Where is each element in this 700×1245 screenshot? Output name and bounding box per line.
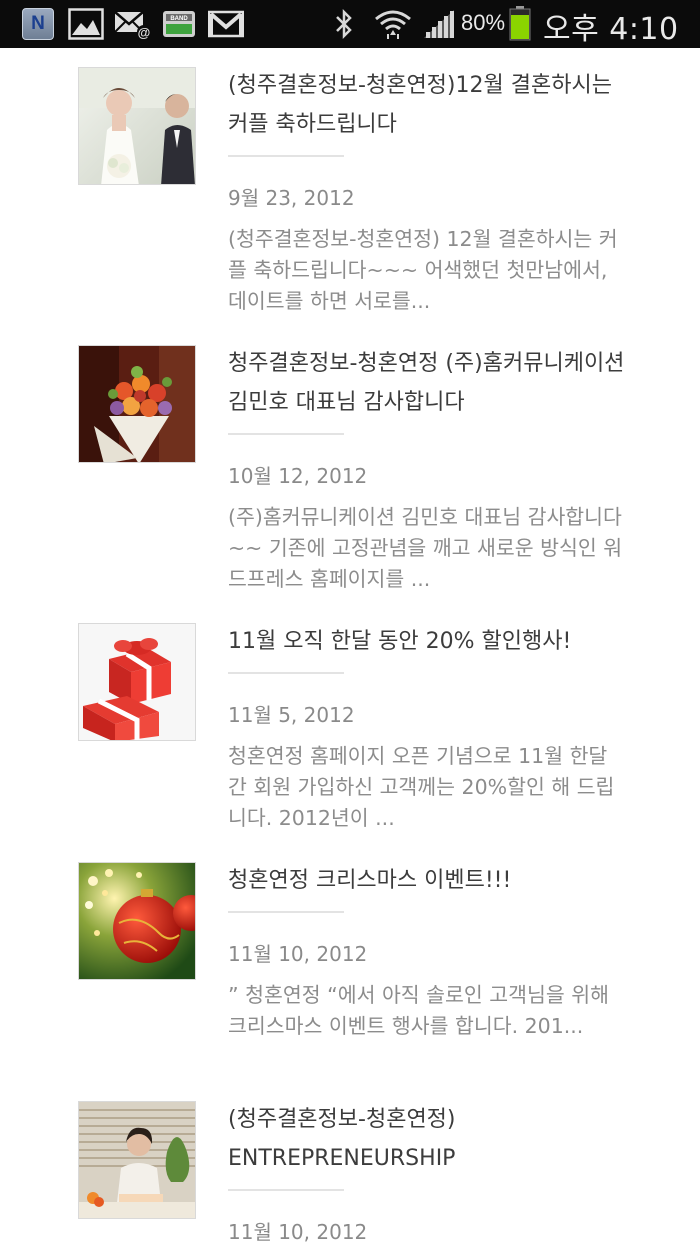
post-date: 11월 10, 2012: [228, 1220, 368, 1244]
post-date: 10월 12, 2012: [228, 464, 368, 488]
ceo-portrait-image[interactable]: [78, 1101, 196, 1219]
post-title[interactable]: 청주결혼정보-청혼연정 (주)홈커뮤니케이션 김민호 대표님 감사합니다: [228, 344, 628, 422]
christmas-ornament-image[interactable]: [78, 862, 196, 980]
post-title[interactable]: (청주결혼정보-청혼연정) ENTREPRENEURSHIP: [228, 1100, 628, 1178]
divider: [228, 911, 344, 913]
post-excerpt: (청주결혼정보-청혼연정) 12월 결혼하시는 커플 축하드립니다~~~ 어색했…: [228, 227, 618, 313]
post-title[interactable]: 11월 오직 한달 동안 20% 할인행사!: [228, 622, 628, 661]
gift-boxes-image[interactable]: [78, 623, 196, 741]
battery-icon: [509, 6, 531, 41]
status-bar: N @ BAND 80% 오후 4:10: [0, 0, 700, 48]
signal-icon: [424, 10, 454, 38]
band-icon: BAND: [163, 11, 195, 37]
wedding-couple-image[interactable]: [78, 67, 196, 185]
divider: [228, 1189, 344, 1191]
bluetooth-icon: [336, 8, 352, 40]
divider: [228, 433, 344, 435]
email-icon: @: [114, 11, 151, 40]
clock: 오후 4:10: [543, 12, 679, 47]
divider: [228, 155, 344, 157]
post-title[interactable]: 청혼연정 크리스마스 이벤트!!!: [228, 861, 628, 900]
post-date: 11월 5, 2012: [228, 703, 355, 727]
gmail-icon: [208, 10, 244, 38]
post-title[interactable]: (청주결혼정보-청혼연정)12월 결혼하시는 커플 축하드립니다: [228, 66, 628, 144]
naver-icon: N: [22, 8, 54, 40]
battery-percent: 80%: [461, 10, 506, 35]
wifi-icon: [375, 10, 411, 39]
svg-text:@: @: [138, 25, 151, 40]
flower-bouquet-image[interactable]: [78, 345, 196, 463]
svg-text:BAND: BAND: [170, 16, 188, 22]
post-date: 11월 10, 2012: [228, 942, 368, 966]
post-date: 9월 23, 2012: [228, 186, 355, 210]
gallery-icon: [68, 8, 104, 40]
post-excerpt: 청혼연정 홈페이지 오픈 기념으로 11월 한달간 회원 가입하신 고객께는 2…: [228, 744, 615, 830]
post-excerpt: (주)홈커뮤니케이션 김민호 대표님 감사합니다~~ 기존에 고정관념을 깨고 …: [228, 505, 623, 591]
post-excerpt: ” 청혼연정 “에서 아직 솔로인 고객님을 위해 크리스마스 이벤트 행사를 …: [228, 983, 609, 1038]
divider: [228, 672, 344, 674]
